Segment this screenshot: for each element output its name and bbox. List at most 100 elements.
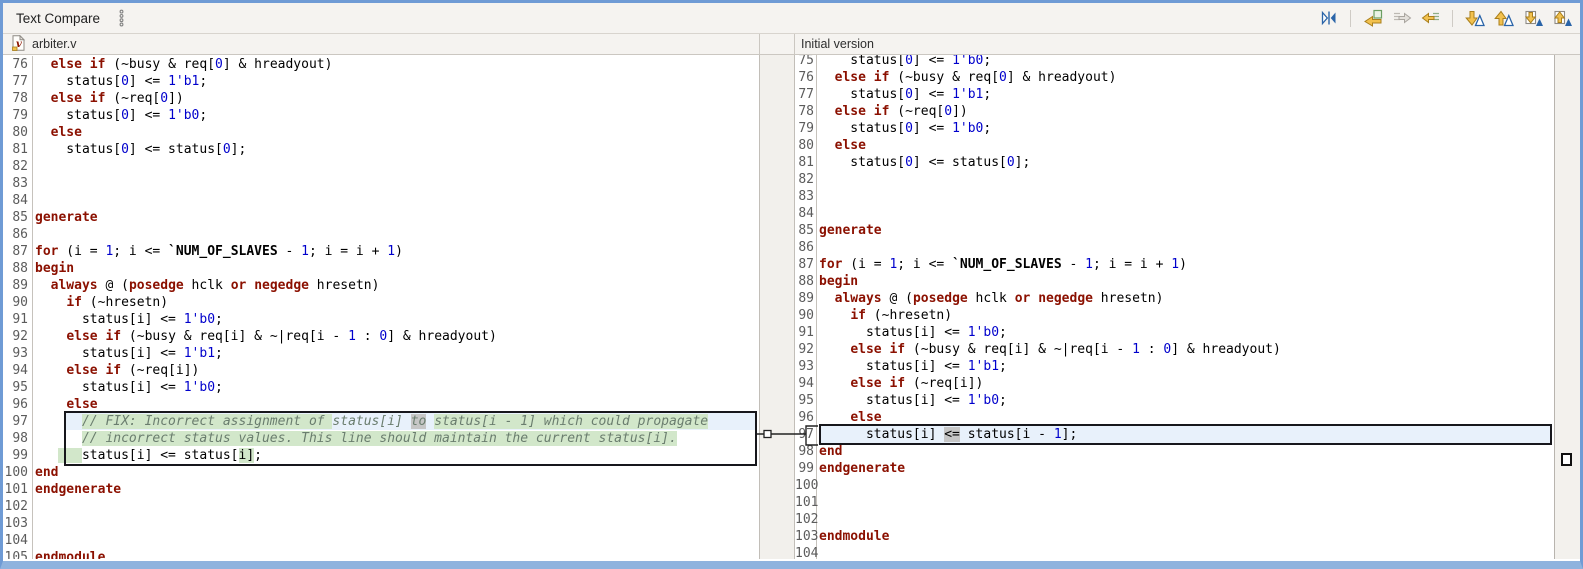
- line-number: 105: [3, 549, 33, 559]
- code-text: // FIX: Incorrect assignment of status[i…: [81, 414, 709, 429]
- copy-current-left-to-right-icon[interactable]: [1391, 8, 1412, 28]
- code-line[interactable]: 101 endgenerate: [3, 481, 759, 498]
- code-line[interactable]: 91 status[i] <= 1'b0;: [795, 324, 1554, 341]
- line-number: 103: [3, 515, 33, 532]
- code-line[interactable]: 75 status[0] <= 1'b0;: [795, 55, 1554, 69]
- code-line[interactable]: 97 // FIX: Incorrect assignment of statu…: [3, 413, 759, 430]
- diff-connector[interactable]: [756, 407, 822, 451]
- code-line[interactable]: 86: [795, 239, 1554, 256]
- line-number: 92: [3, 328, 33, 345]
- code-line[interactable]: 90 if (~hresetn): [3, 294, 759, 311]
- overview-diff-marker[interactable]: [1561, 453, 1572, 466]
- code-line[interactable]: 85 generate: [3, 209, 759, 226]
- code-text: generate: [35, 210, 98, 225]
- code-line[interactable]: 92 else if (~busy & req[i] & ~|req[i - 1…: [3, 328, 759, 345]
- code-line[interactable]: 105 endmodule: [3, 549, 759, 559]
- view-menu-icon[interactable]: [118, 9, 125, 27]
- code-line[interactable]: 87 for (i = 1; i <= `NUM_OF_SLAVES - 1; i…: [795, 256, 1554, 273]
- code-line[interactable]: 87 for (i = 1; i <= `NUM_OF_SLAVES - 1; i…: [3, 243, 759, 260]
- copy-all-right-to-left-icon[interactable]: [1362, 8, 1383, 28]
- code-line[interactable]: 77 status[0] <= 1'b1;: [795, 86, 1554, 103]
- code-text: end: [35, 465, 59, 480]
- code-line[interactable]: 90 if (~hresetn): [795, 307, 1554, 324]
- code-text: status[0] <= status[0];: [819, 155, 1031, 170]
- code-line[interactable]: 88 begin: [3, 260, 759, 277]
- code-line[interactable]: 104: [3, 532, 759, 549]
- swap-view-icon[interactable]: [1318, 8, 1339, 28]
- code-line[interactable]: 100 end: [3, 464, 759, 481]
- previous-difference-icon[interactable]: [1493, 8, 1514, 28]
- overview-ruler[interactable]: [1554, 55, 1580, 559]
- code-line[interactable]: 83: [795, 188, 1554, 205]
- code-line[interactable]: 76 else if (~busy & req[0] & hreadyout): [3, 56, 759, 73]
- code-line[interactable]: 98 // incorrect status values. This line…: [3, 430, 759, 447]
- code-line[interactable]: 79 status[0] <= 1'b0;: [3, 107, 759, 124]
- code-line[interactable]: 94 else if (~req[i]): [3, 362, 759, 379]
- code-line[interactable]: 94 else if (~req[i]): [795, 375, 1554, 392]
- line-number: 78: [3, 90, 33, 107]
- code-line[interactable]: 84: [795, 205, 1554, 222]
- code-line[interactable]: 76 else if (~busy & req[0] & hreadyout): [795, 69, 1554, 86]
- code-line[interactable]: 96 else: [3, 396, 759, 413]
- code-line[interactable]: 97 status[i] <= status[i - 1];: [795, 426, 1554, 443]
- code-line[interactable]: 99 endgenerate: [795, 460, 1554, 477]
- code-line[interactable]: 82: [795, 171, 1554, 188]
- code-line[interactable]: 78 else if (~req[0]): [3, 90, 759, 107]
- code-line[interactable]: 99 status[i] <= status[i];: [3, 447, 759, 464]
- code-line[interactable]: 80 else: [3, 124, 759, 141]
- code-line[interactable]: 100: [795, 477, 1554, 494]
- code-line[interactable]: 95 status[i] <= 1'b0;: [795, 392, 1554, 409]
- code-line[interactable]: 93 status[i] <= 1'b1;: [795, 358, 1554, 375]
- line-number: 77: [3, 73, 33, 90]
- left-code-pane[interactable]: 76 else if (~busy & req[0] & hreadyout) 7…: [3, 55, 760, 559]
- code-line[interactable]: 86: [3, 226, 759, 243]
- code-line[interactable]: 88 begin: [795, 273, 1554, 290]
- line-number: 104: [795, 545, 818, 559]
- code-line[interactable]: 89 always @ (posedge hclk or negedge hre…: [795, 290, 1554, 307]
- pane-header-right[interactable]: Initial version: [795, 34, 1554, 54]
- copy-current-right-to-left-icon[interactable]: [1420, 8, 1441, 28]
- line-number: 100: [3, 464, 33, 481]
- code-line[interactable]: 84: [3, 192, 759, 209]
- code-line[interactable]: 89 always @ (posedge hclk or negedge hre…: [3, 277, 759, 294]
- next-difference-icon[interactable]: [1464, 8, 1485, 28]
- code-line[interactable]: 80 else: [795, 137, 1554, 154]
- left-pane-title: arbiter.v: [32, 37, 77, 51]
- code-line[interactable]: 81 status[0] <= status[0];: [795, 154, 1554, 171]
- code-line[interactable]: 95 status[i] <= 1'b0;: [3, 379, 759, 396]
- code-line[interactable]: 91 status[i] <= 1'b0;: [3, 311, 759, 328]
- line-number: 90: [795, 307, 817, 324]
- code-line[interactable]: 93 status[i] <= 1'b1;: [3, 345, 759, 362]
- code-line[interactable]: 102: [795, 511, 1554, 528]
- code-text: status[0] <= 1'b0;: [819, 55, 992, 68]
- code-line[interactable]: 104: [795, 545, 1554, 559]
- code-line[interactable]: 78 else if (~req[0]): [795, 103, 1554, 120]
- code-line[interactable]: 101: [795, 494, 1554, 511]
- pane-header-left[interactable]: v arbiter.v: [3, 34, 760, 54]
- code-line[interactable]: 85 generate: [795, 222, 1554, 239]
- code-line[interactable]: 98 end: [795, 443, 1554, 460]
- code-line[interactable]: 83: [3, 175, 759, 192]
- previous-change-icon[interactable]: [1551, 8, 1572, 28]
- line-number: 91: [3, 311, 33, 328]
- line-number: 80: [3, 124, 33, 141]
- code-line[interactable]: 96 else: [795, 409, 1554, 426]
- code-line[interactable]: 102: [3, 498, 759, 515]
- code-line[interactable]: 79 status[0] <= 1'b0;: [795, 120, 1554, 137]
- code-line[interactable]: 103 endmodule: [795, 528, 1554, 545]
- code-line[interactable]: 82: [3, 158, 759, 175]
- code-line[interactable]: 92 else if (~busy & req[i] & ~|req[i - 1…: [795, 341, 1554, 358]
- code-line[interactable]: 77 status[0] <= 1'b1;: [3, 73, 759, 90]
- code-line[interactable]: 81 status[0] <= status[0];: [3, 141, 759, 158]
- code-text: else: [66, 397, 98, 412]
- code-line[interactable]: 103: [3, 515, 759, 532]
- next-change-icon[interactable]: [1522, 8, 1543, 28]
- line-number: 101: [795, 494, 819, 511]
- right-code-pane[interactable]: 75 status[0] <= 1'b0; 76 else if (~busy &…: [795, 55, 1554, 559]
